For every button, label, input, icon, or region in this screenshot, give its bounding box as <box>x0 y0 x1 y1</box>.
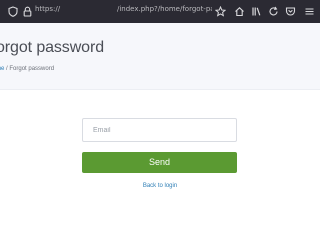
menu-icon[interactable] <box>302 4 316 18</box>
email-field[interactable] <box>82 118 237 142</box>
shield-icon[interactable] <box>6 4 20 18</box>
bookmark-star-icon[interactable] <box>213 4 227 18</box>
home-icon[interactable] <box>232 4 246 18</box>
breadcrumb-current: Forgot password <box>9 66 55 72</box>
url-scheme[interactable]: https:// <box>35 5 69 13</box>
library-icon[interactable] <box>249 4 263 18</box>
page-title: orgot password <box>0 39 104 56</box>
page-header: orgot password me / Forgot password <box>0 23 320 90</box>
breadcrumb: me / Forgot password <box>0 66 54 72</box>
back-to-login-link[interactable]: Back to login <box>0 183 320 189</box>
browser-toolbar: https:// /index.php?/home/forgot-passw <box>0 0 320 23</box>
lock-icon[interactable] <box>20 4 34 18</box>
pocket-icon[interactable] <box>283 4 297 18</box>
sync-icon[interactable] <box>266 4 280 18</box>
url-path[interactable]: /index.php?/home/forgot-passw <box>117 5 212 13</box>
send-button[interactable]: Send <box>82 152 237 173</box>
